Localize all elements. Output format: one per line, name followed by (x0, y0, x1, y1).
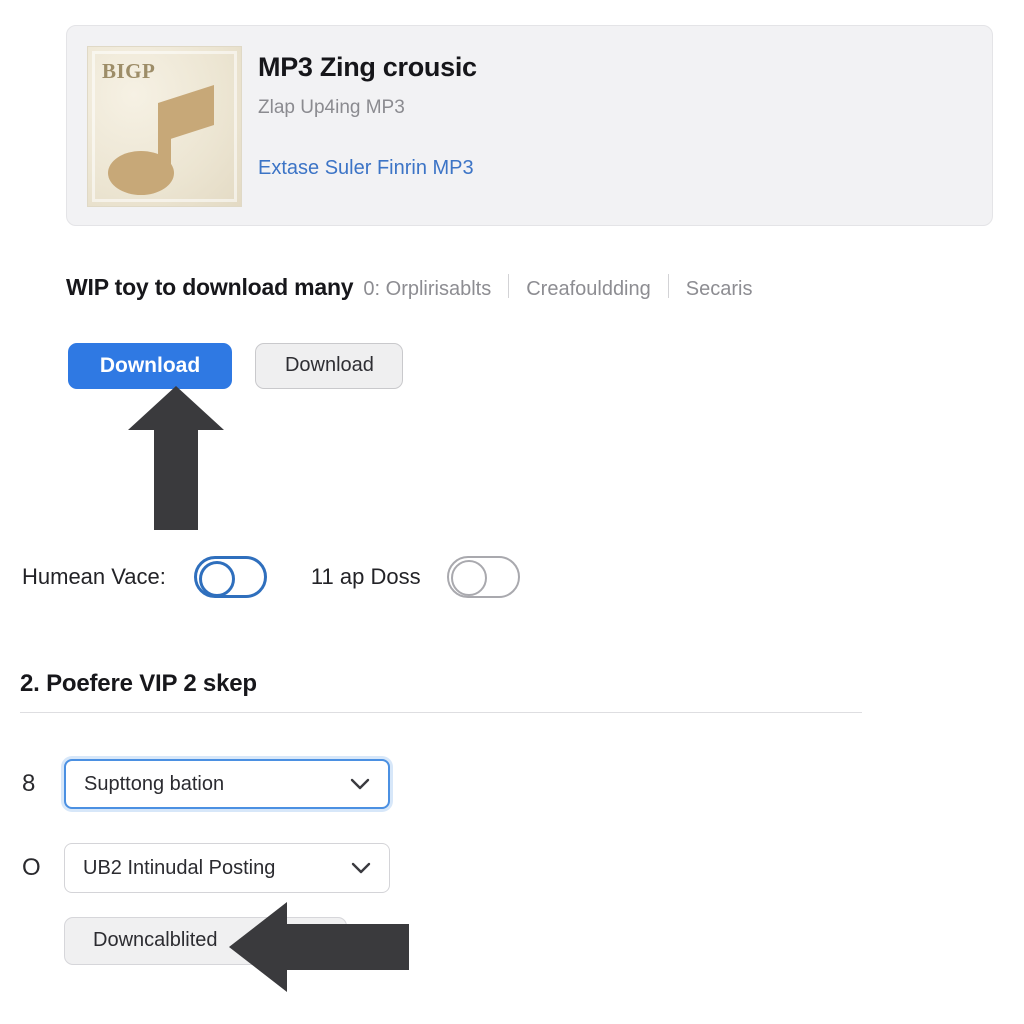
breadcrumb: WIP toy to download many 0: Orplirisablt… (66, 271, 752, 301)
field-number-1: O (22, 854, 41, 881)
up-arrow-annotation (128, 386, 224, 530)
card-title: MP3 Zing crousic (258, 52, 477, 82)
card-download-link[interactable]: Extase Suler Finrin MP3 (258, 157, 474, 180)
breadcrumb-item-0[interactable]: 0: Orplirisablts (363, 278, 491, 301)
download-button-row: Download Download (68, 343, 404, 389)
toggle-switch-humean-vace[interactable] (193, 556, 267, 598)
media-card: BIGP MP3 Zing crousic Zlap Up4ing MP3 Ex… (66, 25, 993, 226)
form-row-0: 8 Supttong bation (22, 759, 390, 809)
thumbnail-badge-text: BIGP (102, 59, 156, 83)
chevron-down-icon (351, 862, 371, 874)
toggle-switch-ap-doss[interactable] (446, 556, 520, 598)
toggle-label-0: Humean Vace: (22, 564, 166, 589)
breadcrumb-heading: WIP toy to download many (66, 274, 354, 300)
select-supttong-bation[interactable]: Supttong bation (64, 759, 390, 809)
page-root: BIGP MP3 Zing crousic Zlap Up4ing MP3 Ex… (0, 0, 1024, 1024)
download-primary-button[interactable]: Download (68, 343, 232, 389)
toggle-label-1: 11 ap Doss (310, 564, 421, 589)
chevron-down-icon (350, 778, 370, 790)
download-secondary-button[interactable]: Download (255, 343, 404, 389)
select-value-1: UB2 Intinudal Posting (83, 856, 276, 879)
select-value-0: Supttong bation (84, 772, 225, 795)
breadcrumb-separator (508, 274, 510, 298)
form-row-1: O UB2 Intinudal Posting (22, 843, 390, 893)
album-thumbnail: BIGP (87, 46, 242, 207)
toggle-knob (450, 560, 487, 596)
toggle-row: Humean Vace: 11 ap Doss (22, 556, 520, 598)
section-divider (20, 712, 862, 713)
select-ub2-intinudal-posting[interactable]: UB2 Intinudal Posting (64, 843, 390, 893)
breadcrumb-separator (667, 274, 669, 298)
toggle-knob (198, 561, 235, 597)
breadcrumb-item-1[interactable]: Creafouldding (526, 278, 651, 301)
left-arrow-annotation (229, 902, 409, 992)
breadcrumb-item-2[interactable]: Secaris (686, 278, 753, 301)
field-number-0: 8 (22, 770, 36, 797)
card-subtitle: Zlap Up4ing MP3 (258, 97, 405, 118)
music-note-icon (108, 85, 214, 195)
section-2-heading: 2. Poefere VIP 2 skep (20, 670, 257, 697)
